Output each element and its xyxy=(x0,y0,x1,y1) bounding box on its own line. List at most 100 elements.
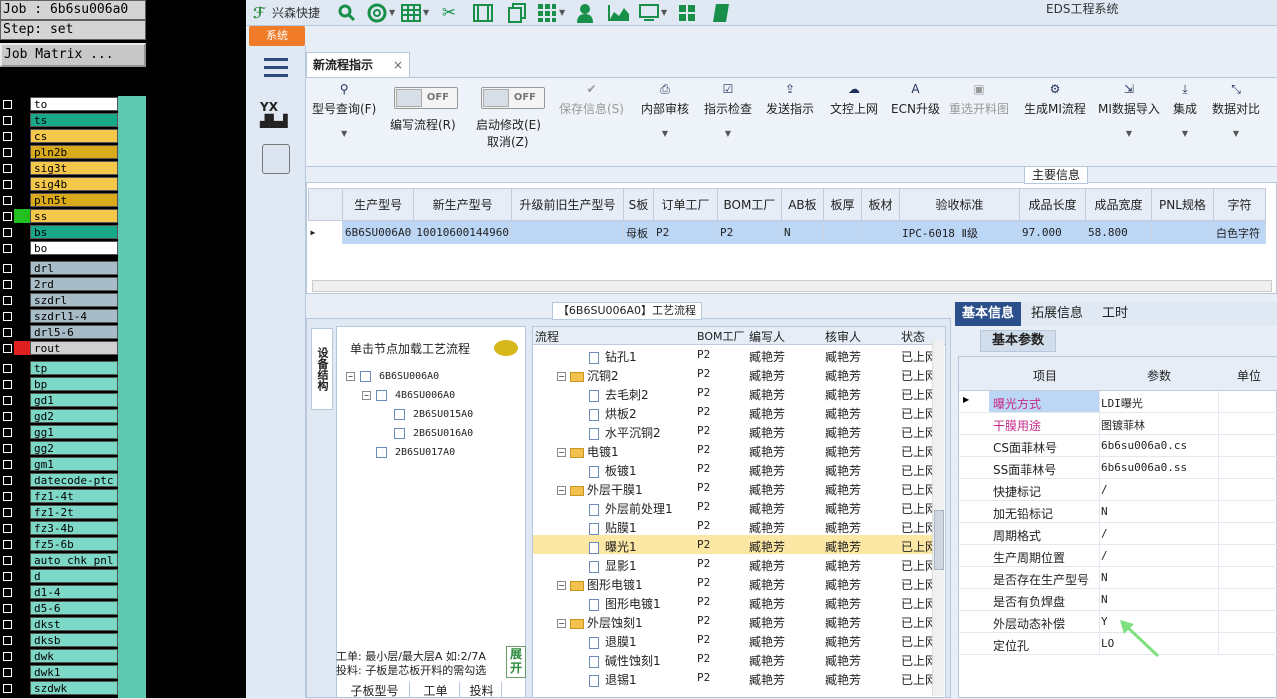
property-row[interactable]: SS面菲林号 6b6su006a0.ss xyxy=(959,457,1277,479)
flow-row[interactable]: 碱性蚀刻1 P2 臧艳芳 臧艳芳 已上网 xyxy=(533,649,937,668)
table-row[interactable]: ▶ 6B6SU006A0 10010600144960 母板 P2 P2 N IPC-6018… xyxy=(308,220,1266,244)
property-row[interactable]: 快捷标记 / xyxy=(959,479,1277,501)
layer-row[interactable]: fz1-4t xyxy=(0,488,118,504)
col-header[interactable]: 板材 xyxy=(860,188,900,221)
copy-icon[interactable] xyxy=(500,1,534,25)
integrate-button[interactable]: ⤓ 集成 ▼ xyxy=(1173,82,1197,138)
start-modify-toggle[interactable]: OFF xyxy=(481,87,545,109)
layer-checkbox[interactable] xyxy=(0,601,14,615)
flow-row[interactable]: 烘板2 P2 臧艳芳 臧艳芳 已上网 xyxy=(533,402,937,421)
layer-checkbox[interactable] xyxy=(0,665,14,679)
col-header[interactable]: 字符 xyxy=(1212,188,1266,221)
layer-row[interactable]: dkst xyxy=(0,616,118,632)
property-row[interactable]: 干膜用途 图镀菲林 xyxy=(959,413,1277,435)
collapse-icon[interactable]: − xyxy=(346,372,355,381)
layer-row[interactable]: gd1 xyxy=(0,392,118,408)
flow-row[interactable]: 外层前处理1 P2 臧艳芳 臧艳芳 已上网 xyxy=(533,497,937,516)
layer-checkbox[interactable] xyxy=(0,585,14,599)
layer-checkbox[interactable] xyxy=(0,473,14,487)
layer-row[interactable]: dwk xyxy=(0,648,118,664)
tab-extended-info[interactable]: 拓展信息 xyxy=(1025,302,1089,326)
table-cell[interactable] xyxy=(511,220,624,244)
tab-work-order[interactable]: 工单 xyxy=(412,682,460,698)
col-header[interactable]: 成品宽度 xyxy=(1084,188,1152,221)
table-cell[interactable]: 6B6SU006A0 xyxy=(342,220,415,244)
layer-checkbox[interactable] xyxy=(0,409,14,423)
property-value-cell[interactable] xyxy=(1099,567,1219,588)
tree-node[interactable]: 2B6SU016A0 xyxy=(380,428,473,439)
layer-checkbox[interactable] xyxy=(0,193,14,207)
layer-checkbox[interactable] xyxy=(0,489,14,503)
layer-checkbox[interactable] xyxy=(0,341,14,355)
property-value-cell[interactable] xyxy=(1099,501,1219,522)
tree-node[interactable]: − 6B6SU006A0 xyxy=(346,371,439,382)
layer-row[interactable]: drl5-6 xyxy=(0,324,118,340)
layer-checkbox[interactable] xyxy=(0,617,14,631)
layer-row[interactable]: sig3t xyxy=(0,160,118,176)
layer-checkbox[interactable] xyxy=(0,441,14,455)
table-cell[interactable]: N xyxy=(781,220,824,244)
layer-checkbox[interactable] xyxy=(0,457,14,471)
col-header[interactable]: S板 xyxy=(622,188,654,221)
table-cell[interactable] xyxy=(823,220,862,244)
flow-row[interactable]: 去毛刺2 P2 臧艳芳 臧艳芳 已上网 xyxy=(533,383,937,402)
property-row[interactable]: 是否有负焊盘 N xyxy=(959,589,1277,611)
flow-row[interactable]: 退锡1 P2 臧艳芳 臧艳芳 已上网 xyxy=(533,668,937,687)
flow-row[interactable]: 退膜1 P2 臧艳芳 臧艳芳 已上网 xyxy=(533,630,937,649)
col-header[interactable]: 升级前旧生产型号 xyxy=(510,188,624,221)
layer-checkbox[interactable] xyxy=(0,377,14,391)
layer-row[interactable]: datecode-ptc xyxy=(0,472,118,488)
tree-node[interactable]: − 4B6SU006A0 xyxy=(362,390,455,401)
tab-sub-board-model[interactable]: 子板型号 xyxy=(340,682,410,698)
search-icon[interactable] xyxy=(330,1,364,25)
layer-row[interactable]: cs xyxy=(0,128,118,144)
system-tab[interactable]: 系统 xyxy=(249,26,305,46)
upload-online-button[interactable]: ☁ 文控上网 xyxy=(830,82,878,117)
grid-icon[interactable]: ▼ xyxy=(534,1,568,25)
table-cell[interactable]: P2 xyxy=(653,220,718,244)
scissors-icon[interactable]: ✂ xyxy=(432,1,466,25)
flow-row[interactable]: 板镀1 P2 臧艳芳 臧艳芳 已上网 xyxy=(533,459,937,478)
tree-node[interactable]: 2B6SU015A0 xyxy=(380,409,473,420)
layer-row[interactable]: gg2 xyxy=(0,440,118,456)
data-compare-button[interactable]: ⤡ 数据对比 ▼ xyxy=(1212,82,1260,138)
property-row[interactable]: ▶ 曝光方式 LDI曝光 xyxy=(959,391,1277,413)
flow-row[interactable]: 贴膜1 P2 臧艳芳 臧艳芳 已上网 xyxy=(533,516,937,535)
edit-flow-toggle[interactable]: OFF xyxy=(394,87,458,109)
layer-row[interactable]: bo xyxy=(0,240,118,256)
menu-icon[interactable] xyxy=(264,58,288,78)
table-cell[interactable]: 白色字符 xyxy=(1213,220,1266,244)
layer-checkbox[interactable] xyxy=(0,225,14,239)
table-cell[interactable]: 97.000 xyxy=(1019,220,1086,244)
layer-row[interactable]: auto_chk_pnl xyxy=(0,552,118,568)
layer-checkbox[interactable] xyxy=(0,361,14,375)
user-icon[interactable] xyxy=(568,1,602,25)
layer-checkbox[interactable] xyxy=(0,325,14,339)
layer-checkbox[interactable] xyxy=(0,537,14,551)
collapse-icon[interactable]: − xyxy=(557,486,566,495)
table-cell[interactable] xyxy=(1151,220,1214,244)
layer-row[interactable]: fz5-6b xyxy=(0,536,118,552)
col-header[interactable]: 板厚 xyxy=(822,188,862,221)
table-cell[interactable]: 58.800 xyxy=(1085,220,1152,244)
collapse-icon[interactable]: − xyxy=(557,619,566,628)
table-cell[interactable] xyxy=(861,220,900,244)
tab-device-structure[interactable]: 设备结构 xyxy=(311,328,333,410)
collapse-icon[interactable]: − xyxy=(362,391,371,400)
col-header[interactable]: 生产型号 xyxy=(341,188,415,221)
factory-icon[interactable]: YX ▟▙▟ xyxy=(260,100,292,128)
col-header[interactable]: BOM工厂 xyxy=(716,188,782,221)
property-value-cell[interactable] xyxy=(1099,589,1219,610)
layer-checkbox[interactable] xyxy=(0,309,14,323)
layer-checkbox[interactable] xyxy=(0,145,14,159)
reselect-cut-button[interactable]: ▣ 重选开料图 xyxy=(949,82,1009,117)
col-header[interactable]: 订单工厂 xyxy=(652,188,718,221)
layer-row[interactable]: szdwk xyxy=(0,680,118,696)
layer-checkbox[interactable] xyxy=(0,553,14,567)
layer-row[interactable]: drl xyxy=(0,260,118,276)
layer-checkbox[interactable] xyxy=(0,521,14,535)
collapse-icon[interactable]: − xyxy=(557,372,566,381)
layer-row[interactable]: d xyxy=(0,568,118,584)
col-header[interactable]: 成品长度 xyxy=(1018,188,1086,221)
flow-row[interactable]: − 外层蚀刻1 P2 臧艳芳 臧艳芳 已上网 xyxy=(533,611,937,630)
